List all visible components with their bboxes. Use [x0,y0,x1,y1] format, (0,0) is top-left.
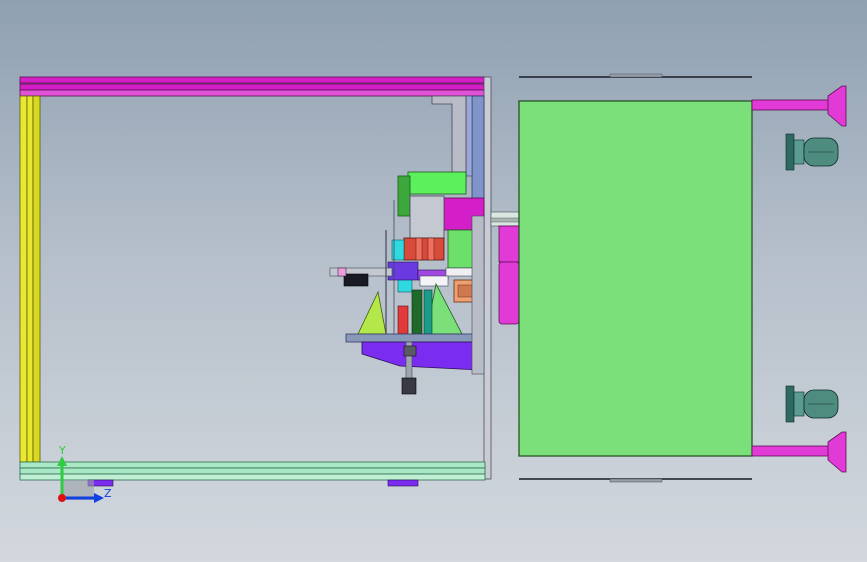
cylinder-assembly[interactable] [490,211,520,325]
top-beam-edge [19,89,486,97]
bottom-rail-2 [19,467,486,475]
pink-cylinder-cap [498,225,520,263]
teal-column [423,289,433,335]
spindle-nut [401,377,417,395]
foot-pad [827,85,847,127]
top-rail-tab [609,73,663,78]
caster-wheel-top[interactable] [785,133,839,171]
cad-viewport[interactable]: Y Z [0,0,867,562]
grey-housing [409,195,445,241]
spindle-cap [403,345,417,357]
caster-wheel-bottom[interactable] [785,385,839,423]
green-block-side [397,175,411,217]
caster-wheel-icon [785,385,795,423]
white-plate-2 [419,275,449,287]
central-mechanism[interactable] [329,95,485,395]
motor-red-band [415,237,423,261]
base-plate [345,333,481,343]
right-post-blue-2 [465,95,473,177]
side-post [471,215,485,375]
caster-wheel-icon [785,133,795,171]
y-axis-label: Y [58,444,66,457]
leveling-foot-top[interactable] [751,85,847,127]
foot-right [387,479,419,487]
caster-fork [793,391,805,417]
left-post-2 [26,95,34,463]
motor-red [403,237,445,261]
left-post [19,95,28,463]
bottom-rail [19,461,486,469]
red-column [397,305,409,335]
z-axis-label: Z [104,487,112,500]
y-arrow-icon [57,456,67,466]
green-wedge-left [357,290,387,335]
foot-pad [827,431,847,473]
purple-block [387,261,419,281]
leveling-foot-icon [751,445,833,457]
top-beam [19,76,486,84]
right-post [483,76,492,480]
z-arrow-icon [94,493,104,503]
leveling-foot-icon [751,99,833,111]
caster-fork [793,139,805,165]
right-assembly[interactable] [518,73,753,483]
dark-green-column [411,289,423,335]
top-beam-lower [19,83,486,91]
sensor-head [343,273,369,287]
sensor-pink [337,267,347,277]
leveling-foot-bottom[interactable] [751,431,847,473]
violet-base [361,341,481,371]
assembly-drawing[interactable]: Y Z [0,0,867,562]
bottom-rail-3 [19,473,486,481]
green-block-upper [407,171,467,195]
bottom-rail-tab [609,478,663,483]
left-post-3 [32,95,41,463]
green-panel[interactable] [518,100,753,457]
pink-cylinder [498,261,520,325]
origin-dot [58,494,66,502]
connector-dark [490,217,520,223]
motor-red-band-2 [427,237,435,261]
